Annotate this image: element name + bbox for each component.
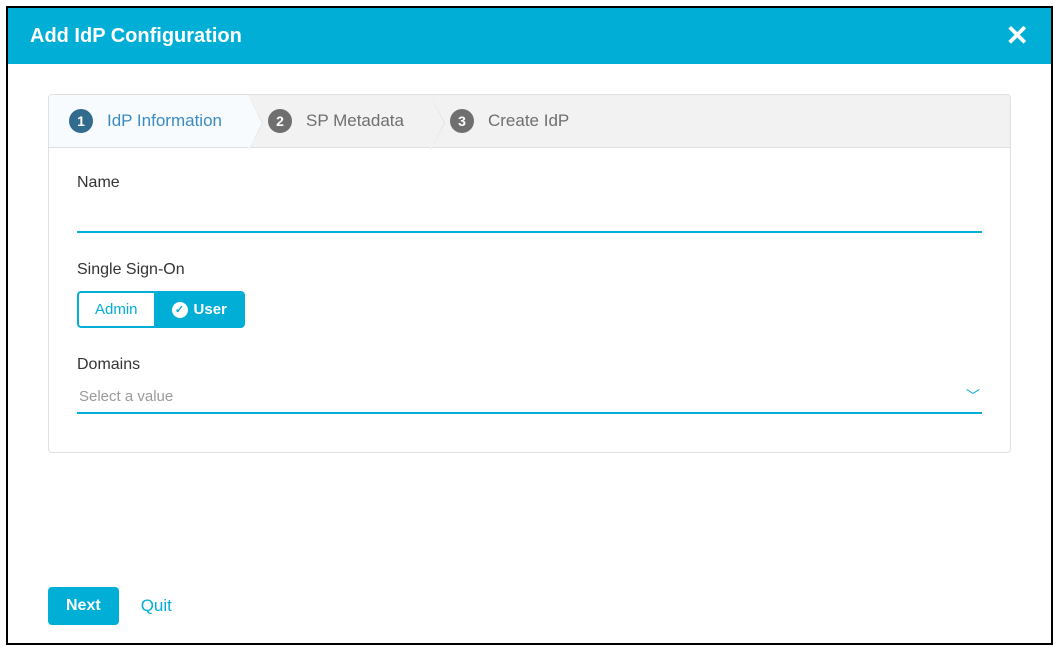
step-label: Create IdP — [488, 111, 569, 131]
step-sp-metadata[interactable]: 2 SP Metadata — [248, 95, 430, 147]
modal-footer: Next Quit — [48, 587, 172, 625]
field-name: Name — [77, 174, 982, 233]
modal-body: 1 IdP Information 2 SP Metadata 3 Create… — [8, 64, 1051, 473]
step-badge: 2 — [268, 109, 292, 133]
form-area: Name Single Sign-On Admin ✓ User — [49, 148, 1010, 452]
sso-option-admin[interactable]: Admin — [77, 291, 154, 328]
next-button[interactable]: Next — [48, 587, 119, 625]
quit-button[interactable]: Quit — [141, 596, 172, 616]
wizard-panel: 1 IdP Information 2 SP Metadata 3 Create… — [48, 94, 1011, 453]
modal-title: Add IdP Configuration — [30, 25, 242, 48]
domains-placeholder: Select a value — [79, 388, 173, 405]
sso-label: Single Sign-On — [77, 261, 982, 279]
step-idp-information[interactable]: 1 IdP Information — [49, 95, 248, 147]
chevron-down-icon: ﹀ — [966, 386, 980, 406]
step-label: IdP Information — [107, 111, 222, 131]
domains-label: Domains — [77, 356, 982, 374]
domains-select[interactable]: Select a value ﹀ — [77, 380, 982, 414]
field-domains: Domains Select a value ﹀ — [77, 356, 982, 414]
step-create-idp[interactable]: 3 Create IdP — [430, 95, 595, 147]
sso-option-label: User — [194, 301, 227, 318]
name-label: Name — [77, 174, 982, 192]
step-badge: 3 — [450, 109, 474, 133]
modal-header: Add IdP Configuration ✕ — [8, 8, 1051, 64]
sso-option-label: Admin — [95, 301, 138, 318]
close-icon[interactable]: ✕ — [1006, 22, 1029, 50]
step-label: SP Metadata — [306, 111, 404, 131]
step-badge: 1 — [69, 109, 93, 133]
sso-toggle-group: Admin ✓ User — [77, 291, 245, 328]
field-sso: Single Sign-On Admin ✓ User — [77, 261, 982, 328]
wizard-steps: 1 IdP Information 2 SP Metadata 3 Create… — [49, 95, 1010, 148]
sso-option-user[interactable]: ✓ User — [154, 291, 245, 328]
add-idp-modal: Add IdP Configuration ✕ 1 IdP Informatio… — [6, 6, 1053, 645]
check-icon: ✓ — [172, 302, 188, 318]
name-input[interactable] — [77, 198, 982, 233]
